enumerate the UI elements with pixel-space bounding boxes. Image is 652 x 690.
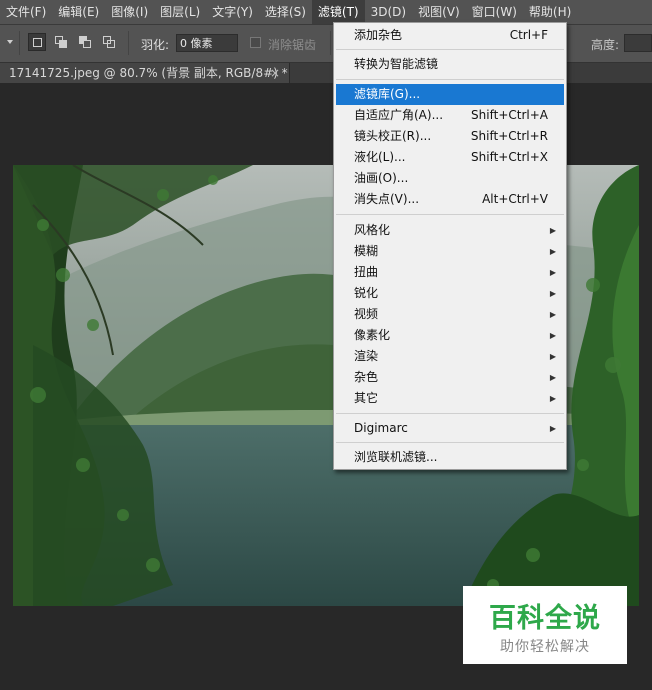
menu-item-label: 自适应广角(A)... <box>354 108 444 122</box>
watermark-logo: 百科全说 助你轻松解决 <box>463 586 627 664</box>
submenu-arrow-icon: ▶ <box>549 289 556 298</box>
menu-item-label: 模糊 <box>354 244 379 258</box>
menu-item-blur[interactable]: 模糊 ▶ <box>336 241 564 262</box>
menu-item-pixelate[interactable]: 像素化 ▶ <box>336 325 564 346</box>
menu-item-label: 液化(L)... <box>354 150 406 164</box>
add-to-selection-icon[interactable] <box>52 33 70 51</box>
menu-item-label: 风格化 <box>354 223 391 237</box>
menu-item-convert-smart-filter[interactable]: 转换为智能滤镜 <box>336 54 564 75</box>
menu-item-label: 消失点(V)... <box>354 192 420 206</box>
menu-item-shortcut: Ctrl+F <box>509 28 548 42</box>
intersect-selection-icon[interactable] <box>100 33 118 51</box>
menu-item-browse-filters-online[interactable]: 浏览联机滤镜... <box>336 447 564 468</box>
menu-filter[interactable]: 滤镜(T) <box>311 0 365 24</box>
menu-item-noise[interactable]: 杂色 ▶ <box>336 367 564 388</box>
menu-item-label: 扭曲 <box>354 265 379 279</box>
menu-separator <box>336 442 564 443</box>
feather-label: 羽化: <box>141 38 170 52</box>
divider <box>128 31 129 55</box>
menu-item-sharpen[interactable]: 锐化 ▶ <box>336 283 564 304</box>
antialias-label: 消除锯齿 <box>268 38 317 52</box>
height-label: 高度: <box>591 38 620 52</box>
menu-item-label: 像素化 <box>354 328 391 342</box>
submenu-arrow-icon: ▶ <box>549 331 556 340</box>
menu-separator <box>336 49 564 50</box>
menu-item-label: 油画(O)... <box>354 171 409 185</box>
menu-layer[interactable]: 图层(L) <box>154 0 206 24</box>
menu-item-vanishing-point[interactable]: 消失点(V)... Alt+Ctrl+V <box>336 189 564 210</box>
menu-item-other[interactable]: 其它 ▶ <box>336 388 564 409</box>
subtract-from-selection-icon[interactable] <box>76 33 94 51</box>
watermark-subtitle: 助你轻松解决 <box>500 639 590 655</box>
divider <box>19 31 20 55</box>
menu-item-lens-correction[interactable]: 镜头校正(R)... Shift+Ctrl+R <box>336 126 564 147</box>
menu-item-label: 浏览联机滤镜... <box>354 450 438 464</box>
submenu-arrow-icon: ▶ <box>549 394 556 403</box>
menu-item-distort[interactable]: 扭曲 ▶ <box>336 262 564 283</box>
submenu-arrow-icon: ▶ <box>549 310 556 319</box>
submenu-arrow-icon: ▶ <box>549 352 556 361</box>
menu-item-adaptive-wide-angle[interactable]: 自适应广角(A)... Shift+Ctrl+A <box>336 105 564 126</box>
menu-item-shortcut: Shift+Ctrl+R <box>470 129 548 143</box>
menu-item-stylize[interactable]: 风格化 ▶ <box>336 220 564 241</box>
menu-item-shortcut: Shift+Ctrl+X <box>471 150 548 164</box>
menu-item-label: 视频 <box>354 307 379 321</box>
height-input[interactable] <box>624 34 652 52</box>
menu-select[interactable]: 选择(S) <box>259 0 312 24</box>
menu-type[interactable]: 文字(Y) <box>206 0 259 24</box>
watermark-title: 百科全说 <box>489 603 601 634</box>
submenu-arrow-icon: ▶ <box>549 247 556 256</box>
menu-item-shortcut: Alt+Ctrl+V <box>482 192 548 206</box>
menu-edit[interactable]: 编辑(E) <box>52 0 105 24</box>
menu-separator <box>336 79 564 80</box>
close-icon[interactable]: × <box>270 63 280 83</box>
submenu-arrow-icon: ▶ <box>549 373 556 382</box>
document-tab[interactable]: 17141725.jpeg @ 80.7% (背景 副本, RGB/8#) * … <box>0 63 290 83</box>
menu-3d[interactable]: 3D(D) <box>365 0 412 24</box>
menu-item-label: 锐化 <box>354 286 379 300</box>
divider <box>330 31 331 55</box>
menu-item-liquify[interactable]: 液化(L)... Shift+Ctrl+X <box>336 147 564 168</box>
submenu-arrow-icon: ▶ <box>549 424 556 433</box>
menu-item-label: 转换为智能滤镜 <box>354 57 439 71</box>
menu-item-label: 渲染 <box>354 349 379 363</box>
menu-item-label: 添加杂色 <box>354 28 403 42</box>
menu-view[interactable]: 视图(V) <box>412 0 466 24</box>
menu-separator <box>336 413 564 414</box>
menu-separator <box>336 214 564 215</box>
menu-window[interactable]: 窗口(W) <box>466 0 523 24</box>
menu-help[interactable]: 帮助(H) <box>523 0 577 24</box>
new-selection-icon[interactable] <box>28 33 46 51</box>
submenu-arrow-icon: ▶ <box>549 226 556 235</box>
filter-menu-dropdown: 添加杂色 Ctrl+F 转换为智能滤镜 滤镜库(G)... 自适应广角(A)..… <box>333 22 567 470</box>
menu-image[interactable]: 图像(I) <box>105 0 154 24</box>
menu-item-shortcut: Shift+Ctrl+A <box>471 108 548 122</box>
menu-item-label: 镜头校正(R)... <box>354 129 432 143</box>
tool-preset-dropdown-icon[interactable] <box>7 40 13 44</box>
menu-item-video[interactable]: 视频 ▶ <box>336 304 564 325</box>
antialias-checkbox[interactable] <box>250 37 261 48</box>
menu-file[interactable]: 文件(F) <box>0 0 52 24</box>
menu-item-filter-gallery[interactable]: 滤镜库(G)... <box>336 84 564 105</box>
submenu-arrow-icon: ▶ <box>549 268 556 277</box>
menu-item-digimarc[interactable]: Digimarc ▶ <box>336 418 564 439</box>
document-tab-title: 17141725.jpeg @ 80.7% (背景 副本, RGB/8#) * <box>9 66 288 80</box>
menu-item-add-noise[interactable]: 添加杂色 Ctrl+F <box>336 25 564 46</box>
menu-item-oil-paint[interactable]: 油画(O)... <box>336 168 564 189</box>
menu-item-label: 滤镜库(G)... <box>354 87 421 101</box>
menu-item-label: Digimarc <box>354 421 408 435</box>
menu-item-label: 杂色 <box>354 370 379 384</box>
menu-item-render[interactable]: 渲染 ▶ <box>336 346 564 367</box>
menu-item-label: 其它 <box>354 391 379 405</box>
feather-input[interactable] <box>176 34 238 52</box>
